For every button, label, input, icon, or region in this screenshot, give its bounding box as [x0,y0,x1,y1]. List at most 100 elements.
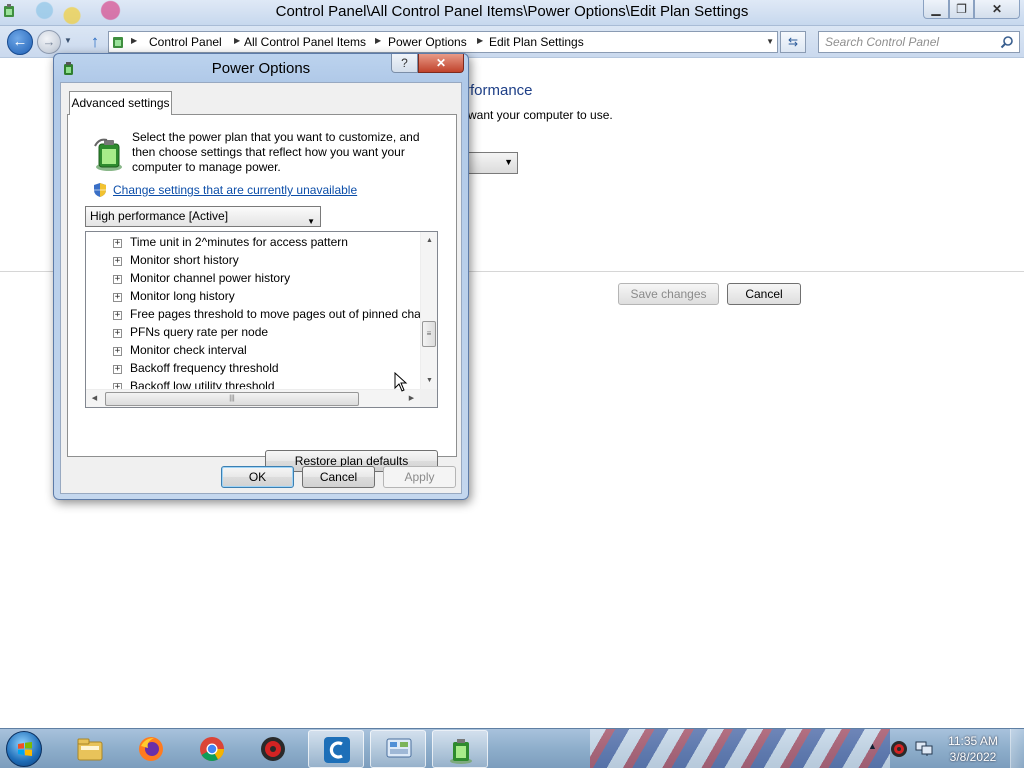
tree-item[interactable]: + Backoff low utility threshold [86,378,420,389]
expand-plus-icon[interactable]: + [113,257,122,266]
battery-power-icon [94,138,122,171]
vertical-scroll-thumb[interactable]: ≡ [422,321,436,347]
breadcrumb-all-items[interactable]: All Control Panel Items [244,35,366,49]
search-input[interactable] [825,35,995,49]
power-plan-select[interactable]: High performance [Active] ▼ [85,206,321,227]
address-bar[interactable]: ▶ Control Panel ▶ All Control Panel Item… [108,31,778,53]
tree-item-label: Monitor channel power history [130,271,291,285]
breadcrumb-power-options[interactable]: Power Options [388,35,467,49]
firefox-icon [139,737,163,761]
expand-plus-icon[interactable]: + [113,239,122,248]
save-changes-button[interactable]: Save changes [618,283,719,305]
desktop-wallpaper-strip [590,729,890,768]
scroll-right-icon[interactable]: ▶ [403,390,420,407]
horizontal-scroll-thumb[interactable]: ||| [105,392,359,406]
chevron-down-icon: ▼ [504,157,513,167]
tree-item[interactable]: + Monitor short history [86,252,420,270]
clock-date[interactable]: 3/8/2022 [944,750,1002,764]
window-titlebar: Control Panel\All Control Panel Items\Po… [0,0,1024,26]
forward-button[interactable]: → [37,30,61,54]
tree-item[interactable]: + Monitor long history [86,288,420,306]
plan-subheading: want your computer to use. [468,108,613,122]
vertical-scrollbar[interactable]: ▲ ≡ ▼ [420,232,437,389]
scroll-down-icon[interactable]: ▼ [421,372,437,389]
cancel-button[interactable]: Cancel [302,466,375,488]
windows-logo-icon [18,742,32,756]
dialog-close-button[interactable]: ✕ [418,54,464,73]
taskbar-windows-explorer[interactable] [62,730,118,768]
scroll-up-icon[interactable]: ▲ [421,232,437,249]
tree-item-label: Free pages threshold to move pages out o… [130,307,420,321]
ok-button[interactable]: OK [221,466,294,488]
expand-plus-icon[interactable]: + [113,347,122,356]
breadcrumb-separator[interactable]: ▶ [234,36,240,45]
tree-item[interactable]: + Time unit in 2^minutes for access patte… [86,234,420,252]
breadcrumb-control-panel[interactable]: Control Panel [149,35,222,49]
show-hidden-icons-button[interactable]: ▲ [868,741,877,751]
forward-arrow-icon: → [42,34,56,49]
network-icon[interactable] [914,739,934,757]
expand-plus-icon[interactable]: + [113,365,122,374]
power-options-dialog: Power Options ? ✕ Advanced settings Sele… [53,53,469,500]
up-arrow-icon: ↑ [90,32,100,51]
minimize-button[interactable]: ▁ [923,0,949,19]
windows-explorer-icon [77,738,103,761]
search-icon[interactable] [1000,35,1014,49]
refresh-button[interactable]: ⇆ [780,31,806,53]
expand-plus-icon[interactable]: + [113,293,122,302]
tree-item[interactable]: + Monitor channel power history [86,270,420,288]
breadcrumb-separator[interactable]: ▶ [477,36,483,45]
scroll-left-icon[interactable]: ◀ [86,390,103,407]
settings-tree[interactable]: + Time unit in 2^minutes for access patte… [85,231,438,408]
scroll-corner [420,389,437,407]
taskbar-ccleaner[interactable] [308,730,364,768]
close-button[interactable]: ✕ [974,0,1020,19]
uac-shield-icon [94,183,106,197]
tab-advanced-settings[interactable]: Advanced settings [69,91,172,115]
tree-item-label: Monitor short history [130,253,239,267]
help-button[interactable]: ? [391,54,418,73]
maximize-button[interactable]: ❐ [949,0,974,19]
change-unavailable-settings-link[interactable]: Change settings that are currently unava… [113,183,357,197]
ccleaner-icon [324,737,350,763]
security-tray-icon[interactable] [890,740,908,758]
antivirus-icon [261,737,285,761]
show-desktop-button[interactable] [1010,729,1024,768]
back-button[interactable]: ← [7,29,33,55]
power-plan-select-value: High performance [Active] [90,209,229,223]
search-box[interactable] [818,31,1020,53]
taskbar-chrome[interactable] [184,730,240,768]
expand-plus-icon[interactable]: + [113,275,122,284]
power-options-icon [450,739,472,764]
taskbar-firefox[interactable] [123,730,179,768]
back-arrow-icon: ← [12,33,28,50]
breadcrumb-separator[interactable]: ▶ [131,36,137,45]
start-button[interactable] [6,731,42,767]
taskbar-antivirus[interactable] [245,730,301,768]
cancel-button[interactable]: Cancel [727,283,801,305]
tree-item[interactable]: + Free pages threshold to move pages out … [86,306,420,324]
plan-setting-select[interactable]: ▼ [468,152,518,174]
tree-item-label: Time unit in 2^minutes for access patter… [130,235,348,249]
breadcrumb-separator[interactable]: ▶ [375,36,381,45]
tree-item-label: Backoff frequency threshold [130,361,279,375]
apply-button[interactable]: Apply [383,466,456,488]
expand-plus-icon[interactable]: + [113,329,122,338]
breadcrumb-edit-plan-settings[interactable]: Edit Plan Settings [489,35,584,49]
tree-item[interactable]: + Monitor check interval [86,342,420,360]
tree-item[interactable]: + PFNs query rate per node [86,324,420,342]
clock-time[interactable]: 11:35 AM [944,734,1002,748]
tree-item-label: Backoff low utility threshold [130,379,275,389]
plan-heading: rformance [465,82,533,99]
intro-text: Select the power plan that you want to c… [132,130,420,174]
recent-pages-dropdown[interactable]: ▼ [64,36,72,45]
up-level-button[interactable]: ↑ [86,32,104,52]
tree-item[interactable]: + Backoff frequency threshold [86,360,420,378]
expand-plus-icon[interactable]: + [113,311,122,320]
horizontal-scrollbar[interactable]: ◀ ||| ▶ [86,389,420,407]
control-panel-icon [113,37,123,48]
advanced-settings-panel: Select the power plan that you want to c… [67,114,457,472]
taskbar-control-panel[interactable] [370,730,426,768]
address-history-dropdown[interactable]: ▼ [766,37,774,46]
taskbar-power-options[interactable] [432,730,488,768]
